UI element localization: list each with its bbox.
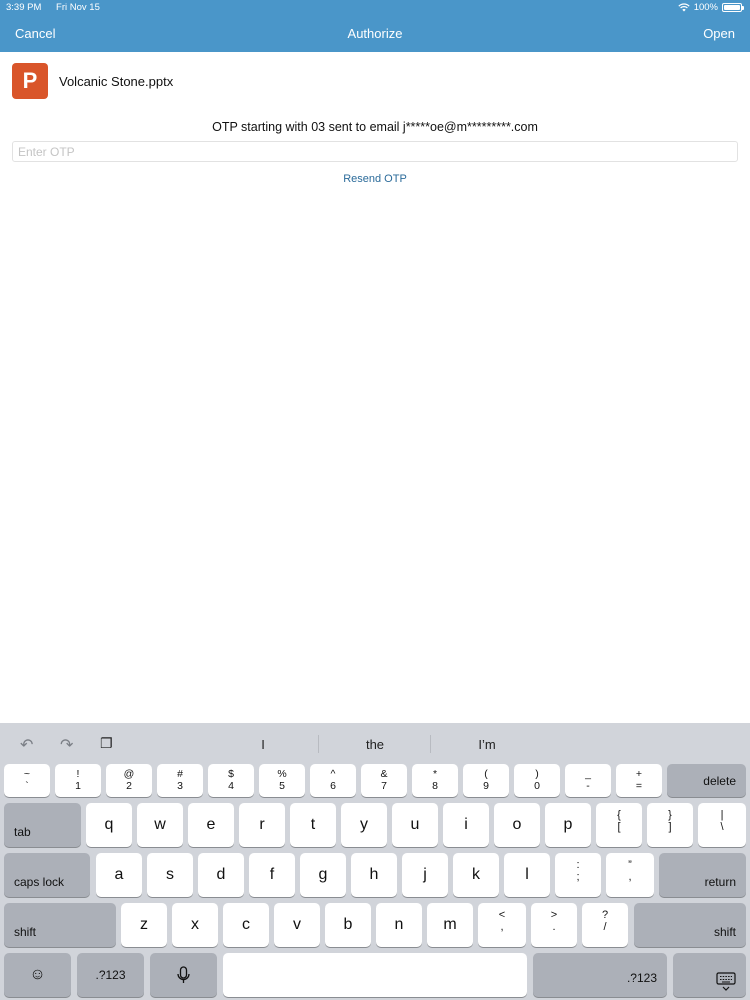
status-bar: 3:39 PM Fri Nov 15 100%	[0, 0, 750, 16]
open-button[interactable]: Open	[703, 26, 735, 41]
key-a[interactable]: a	[96, 853, 142, 897]
key-f[interactable]: f	[249, 853, 295, 897]
space-bar[interactable]	[223, 953, 527, 997]
key-3[interactable]: #3	[157, 764, 203, 797]
key-1[interactable]: ! 1	[55, 764, 101, 797]
key-j[interactable]: j	[402, 853, 448, 897]
key-h[interactable]: h	[351, 853, 397, 897]
key-greater-than[interactable]: >.	[531, 903, 577, 947]
wifi-icon	[678, 3, 690, 12]
paste-icon[interactable]: ❐	[100, 735, 113, 752]
key-i[interactable]: i	[443, 803, 489, 847]
hide-keyboard-key[interactable]	[673, 953, 746, 997]
suggestion-1[interactable]: I	[208, 737, 318, 752]
key-less-than[interactable]: <,	[478, 903, 526, 947]
key-m[interactable]: m	[427, 903, 473, 947]
file-row: P Volcanic Stone.pptx	[12, 63, 173, 99]
key-0[interactable]: ) 0	[514, 764, 560, 797]
dictation-key[interactable]	[150, 953, 217, 997]
suggestion-divider	[318, 735, 319, 753]
key-question[interactable]: ? /	[582, 903, 628, 947]
nav-bar: Cancel Authorize Open	[0, 16, 750, 52]
redo-icon[interactable]: ↷	[60, 735, 73, 755]
key-d[interactable]: d	[198, 853, 244, 897]
key-s[interactable]: s	[147, 853, 193, 897]
suggestion-bar: ↶ ↷ ❐ I the I’m	[0, 723, 750, 763]
key-equals[interactable]: + =	[616, 764, 662, 797]
key-bracket-right[interactable]: }]	[647, 803, 693, 847]
battery-icon	[722, 3, 744, 12]
key-bracket-left[interactable]: {[	[596, 803, 642, 847]
undo-icon[interactable]: ↶	[20, 735, 33, 755]
battery-percent: 100%	[693, 2, 718, 13]
emoji-icon: ☺	[29, 966, 46, 983]
key-5[interactable]: % 5	[259, 764, 305, 797]
key-t[interactable]: t	[290, 803, 336, 847]
numbers-key-left[interactable]: .?123	[77, 953, 144, 997]
key-x[interactable]: x	[172, 903, 218, 947]
suggestion-2[interactable]: the	[320, 737, 430, 752]
keyboard-hide-icon	[716, 972, 736, 991]
powerpoint-icon: P	[12, 63, 48, 99]
key-w[interactable]: w	[137, 803, 183, 847]
key-b[interactable]: b	[325, 903, 371, 947]
key-6[interactable]: ^ 6	[310, 764, 356, 797]
otp-input[interactable]	[12, 141, 738, 162]
key-4[interactable]: $4	[208, 764, 254, 797]
emoji-key[interactable]: ☺	[4, 953, 71, 997]
key-y[interactable]: y	[341, 803, 387, 847]
caps-lock-key[interactable]: caps lock	[4, 853, 90, 897]
suggestion-divider	[430, 735, 431, 753]
suggestion-3[interactable]: I’m	[432, 737, 542, 752]
return-key[interactable]: return	[659, 853, 746, 897]
key-semicolon[interactable]: :;	[555, 853, 601, 897]
key-quote[interactable]: ”,	[606, 853, 654, 897]
key-7[interactable]: & 7	[361, 764, 407, 797]
top-bar: 3:39 PM Fri Nov 15 100% Cancel Authorize…	[0, 0, 750, 52]
key-r[interactable]: r	[239, 803, 285, 847]
key-g[interactable]: g	[300, 853, 346, 897]
numbers-key-right[interactable]: .?123	[533, 953, 667, 997]
shift-right-key[interactable]: shift	[634, 903, 746, 947]
otp-message: OTP starting with 03 sent to email j****…	[212, 120, 538, 134]
status-date: Fri Nov 15	[56, 2, 100, 13]
keyboard: ↶ ↷ ❐ I the I’m ~ ` ! 1 @2 #3 $4 % 5 ^ 6 & 7 …	[0, 723, 750, 1000]
tab-key[interactable]: tab	[4, 803, 81, 847]
key-2[interactable]: @2	[106, 764, 152, 797]
key-c[interactable]: c	[223, 903, 269, 947]
key-8[interactable]: * 8	[412, 764, 458, 797]
key-9[interactable]: (9	[463, 764, 509, 797]
microphone-icon	[177, 966, 190, 983]
key-backtick[interactable]: ~ `	[4, 764, 50, 797]
key-backslash[interactable]: | \	[698, 803, 746, 847]
delete-key[interactable]: delete	[667, 764, 746, 797]
key-p[interactable]: p	[545, 803, 591, 847]
status-time: 3:39 PM	[6, 2, 42, 13]
key-l[interactable]: l	[504, 853, 550, 897]
key-o[interactable]: o	[494, 803, 540, 847]
key-v[interactable]: v	[274, 903, 320, 947]
resend-otp-link[interactable]: Resend OTP	[0, 173, 750, 185]
key-k[interactable]: k	[453, 853, 499, 897]
key-minus[interactable]: _ -	[565, 764, 611, 797]
file-name: Volcanic Stone.pptx	[59, 73, 174, 89]
cancel-button[interactable]: Cancel	[15, 26, 55, 41]
key-z[interactable]: z	[121, 903, 167, 947]
key-n[interactable]: n	[376, 903, 422, 947]
key-e[interactable]: e	[188, 803, 234, 847]
nav-title: Authorize	[347, 26, 403, 41]
key-q[interactable]: q	[86, 803, 132, 847]
shift-left-key[interactable]: shift	[4, 903, 116, 947]
key-u[interactable]: u	[392, 803, 438, 847]
